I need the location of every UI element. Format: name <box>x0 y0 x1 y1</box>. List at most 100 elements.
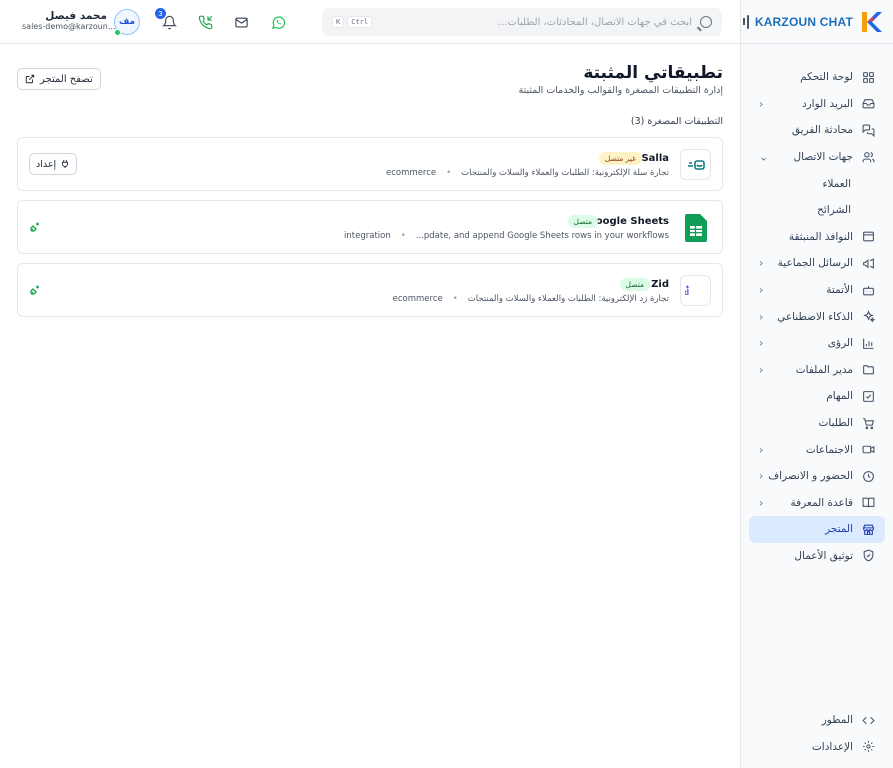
setup-button[interactable]: إعداد <box>29 153 78 175</box>
megaphone-icon <box>861 256 875 270</box>
setup-label: إعداد <box>36 158 57 170</box>
sidebar-item-label: الاجتماعات <box>805 443 853 456</box>
popup-icon <box>861 230 875 244</box>
folder-icon <box>861 363 875 377</box>
app-card-google-sheets[interactable]: Google Sheets متصل ...pdate, and append … <box>17 200 723 254</box>
sidebar-item-broadcasts[interactable]: الرسائل الجماعية ‹ <box>749 250 885 277</box>
chevron-left-icon: ‹ <box>759 469 764 483</box>
app-name: Google Sheets <box>587 216 669 227</box>
dashboard-icon <box>861 70 875 84</box>
sidebar-item-tasks[interactable]: المهام <box>749 383 885 410</box>
sidebar-item-label: الحضور و الانصراف <box>768 470 853 483</box>
svg-text:zid: zid <box>685 288 689 297</box>
video-icon <box>861 443 875 457</box>
sidebar-item-developer[interactable]: المطور <box>749 707 885 734</box>
app-meta: تجارة سلة الإلكترونية: الطلبات والعملاء … <box>386 168 669 178</box>
sidebar-item-label: توثيق الأعمال <box>794 549 853 562</box>
salla-logo-icon <box>680 149 711 180</box>
chevron-left-icon: ‹ <box>759 97 764 111</box>
app-description: ...pdate, and append Google Sheets rows … <box>415 231 669 241</box>
sidebar-item-settings[interactable]: الإعدادات <box>749 733 885 760</box>
sidebar-nav: لوحة التحكم البريد الوارد ‹ محادثة الفري… <box>741 44 893 569</box>
sidebar-item-team-chat[interactable]: محادثة الفريق <box>749 117 885 144</box>
sidebar-item-label: المهام <box>826 390 853 403</box>
sidebar-item-knowledge-base[interactable]: قاعدة المعرفة ‹ <box>749 490 885 517</box>
brand-name: KARZOUN CHAT <box>754 14 853 29</box>
user-name: محمد فيصل <box>45 10 107 22</box>
sidebar-item-label: قاعدة المعرفة <box>790 496 853 509</box>
status-badge: متصل <box>619 278 650 291</box>
sidebar-item-label: النوافذ المنبثقة <box>788 230 853 243</box>
phone-incoming-icon[interactable] <box>197 14 213 30</box>
sidebar-bottom: المطور الإعدادات <box>741 707 893 760</box>
sidebar-item-label: مدير الملفات <box>795 363 853 376</box>
app-card-zid[interactable]: zid Zid متصل تجارة زد الإلكترونية: الطلب… <box>17 263 723 317</box>
app-description: تجارة زد الإلكترونية: الطلبات والعملاء و… <box>467 294 669 304</box>
app: ابحث في جهات الاتصال، المحادثات، الطلبات… <box>0 0 893 768</box>
zid-logo-icon: zid <box>680 275 711 306</box>
search-input[interactable]: ابحث في جهات الاتصال، المحادثات، الطلبات… <box>375 17 692 28</box>
sidebar-item-label: الشرائح <box>817 204 851 217</box>
app-meta: ...pdate, and append Google Sheets rows … <box>344 231 669 241</box>
sidebar-item-contacts[interactable]: جهات الاتصال ⌄ <box>749 144 885 171</box>
status-badge: غير متصل <box>598 152 642 165</box>
cart-icon <box>861 416 875 430</box>
separator-dot: • <box>452 294 458 304</box>
sidebar-item-popups[interactable]: النوافذ المنبثقة <box>749 224 885 251</box>
page-title: تطبيقاتي المثبتة <box>583 63 723 83</box>
store-icon <box>861 522 875 536</box>
sidebar-item-inbox[interactable]: البريد الوارد ‹ <box>749 91 885 118</box>
chevron-left-icon: ‹ <box>759 443 764 457</box>
search-icon <box>700 16 712 28</box>
sidebar-item-store[interactable]: المتجر <box>749 516 885 543</box>
sidebar-item-meetings[interactable]: الاجتماعات ‹ <box>749 436 885 463</box>
app-category: ecommerce <box>392 294 443 304</box>
app-card-salla[interactable]: Salla غير متصل تجارة سلة الإلكترونية: ال… <box>17 137 723 191</box>
sidebar-item-automation[interactable]: الأتمتة ‹ <box>749 277 885 304</box>
sidebar-item-business-verification[interactable]: توثيق الأعمال <box>749 543 885 570</box>
sidebar-item-segments[interactable]: الشرائح <box>749 197 885 224</box>
task-icon <box>861 389 875 403</box>
sidebar-item-label: محادثة الفريق <box>791 124 853 137</box>
sidebar: KARZOUN CHAT لوحة التحكم البريد الوارد ‹… <box>740 0 893 768</box>
chart-icon <box>861 336 875 350</box>
sidebar-item-dashboard[interactable]: لوحة التحكم <box>749 64 885 91</box>
collapse-sidebar-icon[interactable] <box>743 14 749 29</box>
section-title: التطبيقات المصغرة (3) <box>630 116 723 127</box>
contacts-icon <box>861 150 875 164</box>
sidebar-item-label: البريد الوارد <box>801 97 853 110</box>
bot-icon <box>861 283 875 297</box>
browse-store-button[interactable]: تصفح المتجر <box>17 68 101 90</box>
sidebar-item-label: الذكاء الاصطناعي <box>777 310 853 323</box>
user-email: sales-demo@karzoun... <box>22 22 116 31</box>
browse-store-label: تصفح المتجر <box>40 73 93 85</box>
chevron-left-icon: ‹ <box>759 310 764 324</box>
chevron-down-icon: ⌄ <box>759 150 769 164</box>
book-icon <box>861 496 875 510</box>
connected-plug-icon[interactable] <box>29 284 41 296</box>
code-icon <box>861 713 875 727</box>
page-subtitle: إدارة التطبيقات المصغرة والقوالب والخدما… <box>518 85 723 96</box>
whatsapp-icon[interactable] <box>270 14 286 30</box>
search-bar[interactable]: ابحث في جهات الاتصال، المحادثات، الطلبات… <box>322 8 722 36</box>
mail-icon[interactable] <box>233 14 249 30</box>
sidebar-item-attendance[interactable]: الحضور و الانصراف ‹ <box>749 463 885 490</box>
user-info[interactable]: محمد فيصل sales-demo@karzoun... <box>22 10 116 31</box>
shield-icon <box>861 549 875 563</box>
brand-header: KARZOUN CHAT <box>741 0 893 44</box>
sidebar-item-orders[interactable]: الطلبات <box>749 410 885 437</box>
clock-icon <box>861 469 875 483</box>
app-name: Salla <box>641 153 669 164</box>
sidebar-item-ai[interactable]: الذكاء الاصطناعي ‹ <box>749 303 885 330</box>
chevron-left-icon: ‹ <box>759 256 764 270</box>
sidebar-item-label: الإعدادات <box>811 740 853 753</box>
chevron-left-icon: ‹ <box>759 496 764 510</box>
sidebar-item-file-manager[interactable]: مدير الملفات ‹ <box>749 357 885 384</box>
sidebar-item-insights[interactable]: الرؤى ‹ <box>749 330 885 357</box>
kbd-k: K <box>332 16 345 28</box>
sidebar-item-customers[interactable]: العملاء <box>749 170 885 197</box>
separator-dot: • <box>400 231 406 241</box>
plug-icon <box>62 159 69 169</box>
chevron-left-icon: ‹ <box>759 336 764 350</box>
connected-plug-icon[interactable] <box>29 221 41 233</box>
